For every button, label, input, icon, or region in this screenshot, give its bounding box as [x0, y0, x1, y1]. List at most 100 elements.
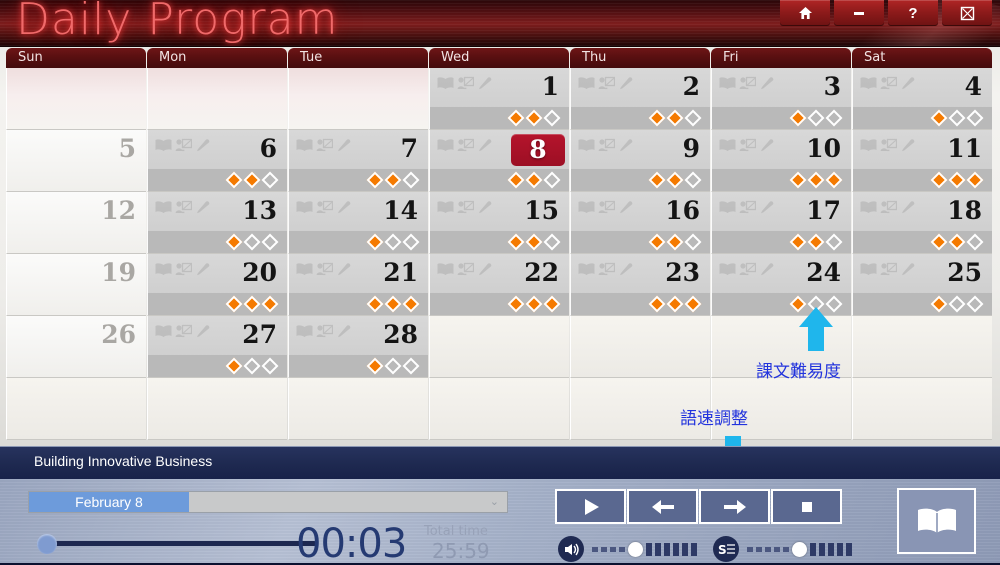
calendar-day-cell[interactable]: 21 [288, 254, 428, 316]
calendar-day-cell[interactable]: 15 [429, 192, 569, 254]
play-button[interactable] [555, 489, 626, 524]
pencil-icon [761, 77, 774, 90]
calendar-day-cell[interactable]: 9 [570, 130, 710, 192]
player-panel: Building Innovative Business February 8 … [0, 446, 1000, 565]
question-icon: ? [908, 4, 918, 22]
pencil-icon [902, 77, 915, 90]
day-cell-top: 4 [853, 68, 992, 108]
calendar-week-row: 19 20 21 22 23 24 25 [6, 254, 994, 316]
calendar-day-cell[interactable]: 23 [570, 254, 710, 316]
book-icon [155, 201, 172, 213]
difficulty-diamond [402, 295, 420, 313]
seek-slider[interactable] [26, 534, 316, 554]
close-button[interactable] [942, 0, 992, 26]
book-button[interactable] [897, 488, 976, 554]
home-button[interactable] [780, 0, 830, 26]
home-icon [798, 7, 812, 19]
calendar-week-row: 12 13 14 15 16 17 18 [6, 192, 994, 254]
day-cell-top: 14 [289, 192, 428, 232]
speed-track[interactable] [747, 541, 855, 557]
calendar-day-cell[interactable]: 25 [852, 254, 992, 316]
book-icon [578, 139, 595, 151]
difficulty-diamond [261, 233, 279, 251]
calendar-empty-cell [852, 378, 992, 440]
pencil-icon [479, 139, 492, 152]
difficulty-diamond [789, 233, 807, 251]
speed-annotation-label: 語速調整 [680, 409, 748, 429]
seek-knob[interactable] [36, 534, 57, 554]
board-icon [457, 200, 474, 214]
day-number: 4 [964, 72, 982, 101]
calendar-day-cell[interactable]: 26 [6, 316, 146, 378]
slider-segment [619, 546, 625, 552]
book-icon [719, 139, 736, 151]
calendar-day-cell[interactable]: 20 [147, 254, 287, 316]
difficulty-diamond [789, 109, 807, 127]
slider-segment [601, 546, 607, 552]
calendar-day-cell[interactable]: 28 [288, 316, 428, 378]
calendar-empty-cell [429, 316, 569, 378]
speed-slider[interactable]: S [713, 536, 855, 562]
pencil-icon [620, 77, 633, 90]
pencil-icon [620, 263, 633, 276]
calendar-day-cell[interactable]: 1 [429, 68, 569, 130]
day-cell-top: 12 [7, 192, 146, 232]
difficulty-diamond [243, 233, 261, 251]
difficulty-diamond [507, 295, 525, 313]
calendar-day-cell[interactable]: 18 [852, 192, 992, 254]
calendar-day-cell[interactable]: 8 [429, 130, 569, 192]
difficulty-bar [712, 107, 851, 129]
calendar-day-cell[interactable]: 17 [711, 192, 851, 254]
calendar-day-cell[interactable]: 10 [711, 130, 851, 192]
slider-knob[interactable] [792, 541, 807, 557]
day-cell-top: 3 [712, 68, 851, 108]
calendar-day-cell[interactable]: 19 [6, 254, 146, 316]
pencil-icon [761, 139, 774, 152]
calendar-day-cell[interactable]: 6 [147, 130, 287, 192]
difficulty-bar [430, 231, 569, 253]
help-button[interactable]: ? [888, 0, 938, 26]
difficulty-diamond [402, 233, 420, 251]
day-number: 18 [947, 196, 982, 225]
minimize-button[interactable] [834, 0, 884, 26]
day-header-sat: Sat [852, 48, 992, 68]
transport-controls [555, 489, 842, 524]
day-header-thu: Thu [570, 48, 710, 68]
difficulty-diamond [807, 171, 825, 189]
date-select[interactable]: February 8 ⌄ [28, 491, 508, 513]
difficulty-bar [853, 231, 992, 253]
day-number: 19 [101, 258, 136, 287]
calendar-day-cell[interactable]: 7 [288, 130, 428, 192]
lesson-icons [860, 76, 916, 90]
window-buttons: ? [780, 0, 992, 26]
calendar-day-cell[interactable]: 14 [288, 192, 428, 254]
volume-slider[interactable] [558, 536, 700, 562]
calendar-day-cell[interactable]: 22 [429, 254, 569, 316]
day-cell-top: 21 [289, 254, 428, 294]
next-button[interactable] [699, 489, 770, 524]
pencil-icon [479, 77, 492, 90]
slider-segment [783, 546, 789, 552]
day-cell-top: 7 [289, 130, 428, 170]
calendar-day-cell[interactable]: 2 [570, 68, 710, 130]
calendar-day-cell[interactable]: 4 [852, 68, 992, 130]
volume-track[interactable] [592, 541, 700, 557]
slider-knob[interactable] [628, 541, 643, 557]
difficulty-diamond [966, 295, 984, 313]
previous-button[interactable] [627, 489, 698, 524]
calendar-day-cell[interactable]: 3 [711, 68, 851, 130]
calendar-day-cell[interactable]: 11 [852, 130, 992, 192]
calendar-day-cell[interactable]: 13 [147, 192, 287, 254]
calendar-day-cell[interactable]: 16 [570, 192, 710, 254]
slider-segment-filled [810, 542, 816, 556]
calendar-day-cell[interactable]: 5 [6, 130, 146, 192]
calendar-day-cell[interactable]: 27 [147, 316, 287, 378]
difficulty-diamond [384, 357, 402, 375]
difficulty-diamond [684, 109, 702, 127]
slider-segment-filled [691, 542, 697, 556]
stop-button[interactable] [771, 489, 842, 524]
book-icon [296, 201, 313, 213]
difficulty-diamond [648, 295, 666, 313]
calendar-day-cell[interactable]: 12 [6, 192, 146, 254]
slider-segment-filled [673, 542, 679, 556]
